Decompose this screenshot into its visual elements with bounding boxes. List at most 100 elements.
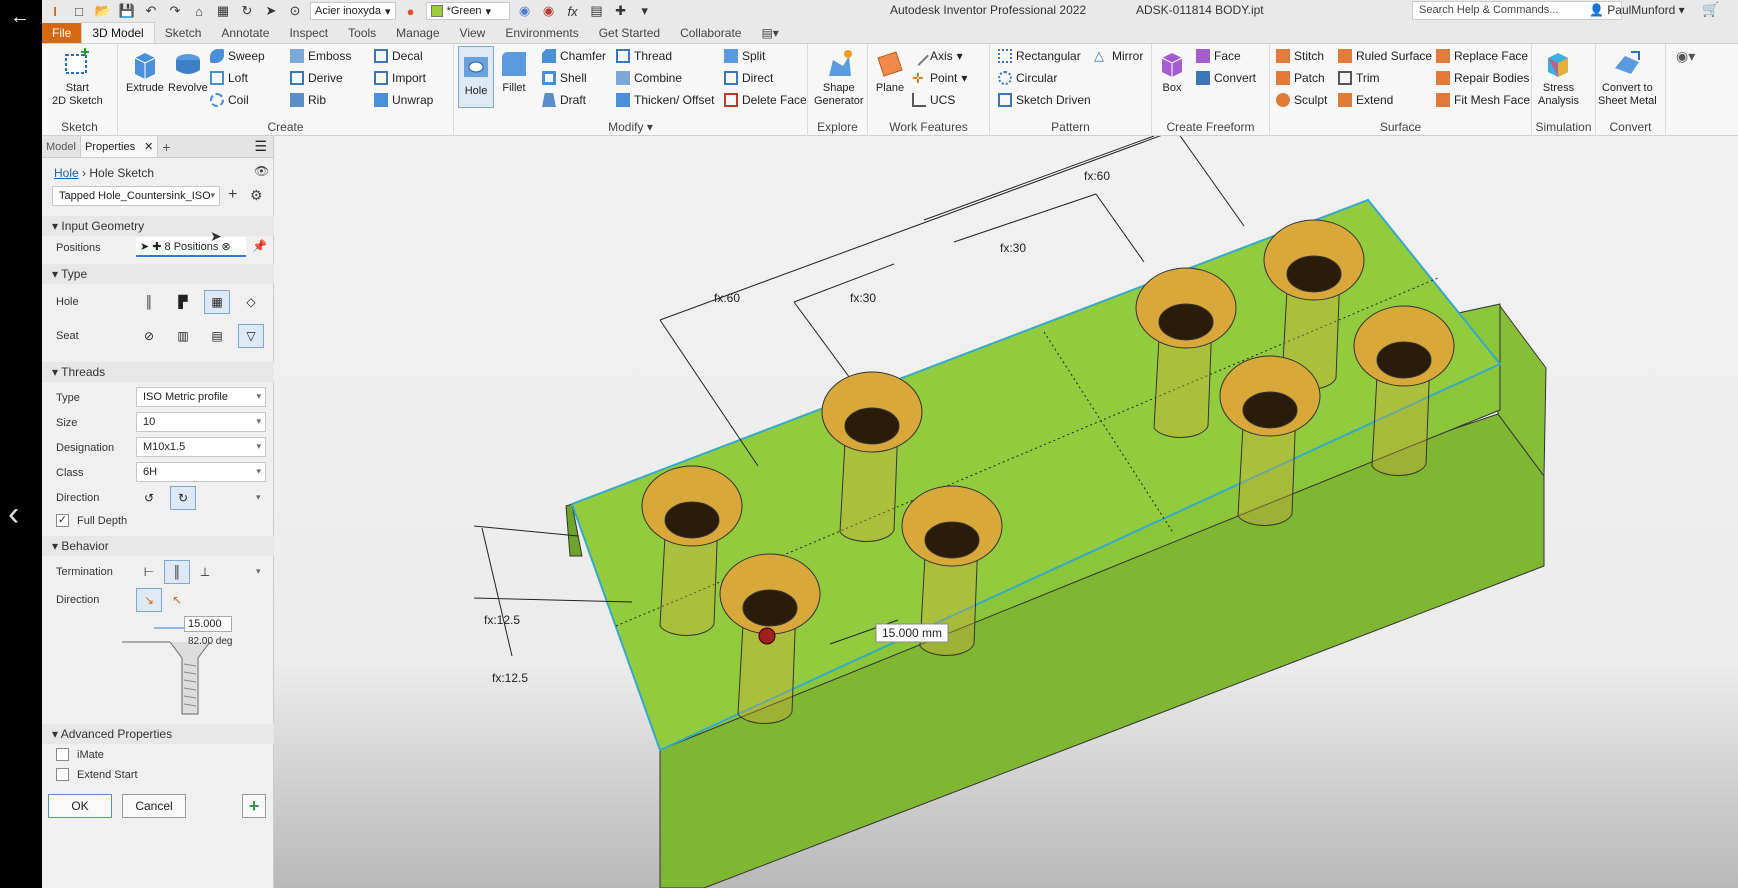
breadcrumb-hole-link[interactable]: Hole	[54, 166, 79, 180]
termination-caret-icon[interactable]: ▾	[256, 566, 261, 577]
decal-button[interactable]: Decal	[374, 49, 423, 63]
point-button[interactable]: ✛ Point ▾	[912, 71, 967, 85]
user-account[interactable]: 👤 PaulMunford ▾	[1589, 3, 1685, 17]
back-arrow-icon[interactable]: ←	[10, 6, 30, 29]
default-direction-icon[interactable]: ↘	[136, 588, 162, 612]
emboss-button[interactable]: Emboss	[290, 49, 351, 63]
no-seat-icon[interactable]: ⊘	[136, 324, 162, 348]
tab-view[interactable]: View	[450, 23, 496, 43]
tab-manage[interactable]: Manage	[386, 23, 449, 43]
close-tab-icon[interactable]: ✕	[144, 141, 153, 153]
tab-sketch[interactable]: Sketch	[155, 23, 212, 43]
undo-icon[interactable]: ↶	[142, 2, 160, 20]
mirror-button[interactable]: △ Mirror	[1094, 49, 1143, 64]
left-hand-icon[interactable]: ↺	[136, 486, 162, 510]
size-select[interactable]: 10 ▾	[136, 412, 266, 432]
inventor-logo-icon[interactable]: I	[46, 2, 64, 20]
counterbore-icon[interactable]: ▥	[170, 324, 196, 348]
loft-button[interactable]: Loft	[210, 71, 248, 85]
extend-start-check[interactable]	[56, 768, 69, 781]
clear-appearance-icon[interactable]: ◉	[540, 2, 558, 20]
tab-properties[interactable]: Properties ✕	[79, 136, 159, 157]
tapped-hole-icon[interactable]: ▦	[204, 290, 230, 314]
open-folder-icon[interactable]: 📂	[94, 2, 112, 20]
dimension-fx12-5-bottom[interactable]: fx:12.5	[492, 671, 528, 685]
tab-inspect[interactable]: Inspect	[279, 23, 338, 43]
save-icon[interactable]: 💾	[118, 2, 136, 20]
preset-select[interactable]: Tapped Hole_Countersink_ISO ▾	[52, 186, 220, 206]
axis-button[interactable]: Axis ▾	[909, 46, 963, 66]
designation-select[interactable]: M10x1.5 ▾	[136, 437, 266, 457]
tab-annotate[interactable]: Annotate	[211, 23, 279, 43]
class-select[interactable]: 6H ▾	[136, 462, 266, 482]
add-preset-icon[interactable]: +	[228, 186, 237, 204]
countersink-icon[interactable]: ▽	[238, 324, 264, 348]
circular-pattern-button[interactable]: Circular	[998, 71, 1057, 85]
ok-button[interactable]: OK	[48, 794, 112, 818]
simple-hole-icon[interactable]: ║	[136, 290, 162, 314]
appearance-icon[interactable]: ●	[402, 2, 420, 20]
extend-start-checkbox[interactable]: Extend Start	[56, 768, 138, 781]
freeform-box-button[interactable]: Box	[1156, 48, 1188, 95]
delete-face-button[interactable]: Delete Face	[724, 93, 807, 107]
iproperties-icon[interactable]: ▦	[214, 2, 232, 20]
cancel-button[interactable]: Cancel	[122, 794, 186, 818]
ribbon-options-icon[interactable]: ▤	[588, 2, 606, 20]
fx-parameters-icon[interactable]: fx	[564, 2, 582, 20]
sweep-button[interactable]: Sweep	[210, 49, 265, 63]
distance-termination-icon[interactable]: ⊢	[136, 560, 162, 584]
thicken-offset-button[interactable]: Thicken/ Offset	[616, 93, 714, 107]
add-icon[interactable]: ✚	[612, 2, 630, 20]
section-advanced-properties[interactable]: ▾ Advanced Properties	[42, 724, 274, 744]
unwrap-button[interactable]: Unwrap	[374, 93, 433, 107]
countersink-angle-value[interactable]: 82.00 deg	[188, 636, 233, 647]
fillet-button[interactable]: Fillet	[498, 48, 530, 95]
through-all-icon[interactable]: ║	[164, 560, 190, 584]
thread-type-select[interactable]: ISO Metric profile ▾	[136, 387, 266, 407]
freeform-face-button[interactable]: Face	[1196, 49, 1241, 63]
coil-button[interactable]: Coil	[210, 93, 249, 107]
freeform-convert-button[interactable]: Convert	[1196, 71, 1256, 85]
dimension-fx60-upper[interactable]: fx:60	[1084, 169, 1110, 183]
direction-caret-icon[interactable]: ▾	[256, 492, 261, 503]
hole-button[interactable]: Hole	[458, 46, 494, 108]
stitch-button[interactable]: Stitch	[1276, 49, 1324, 63]
update-icon[interactable]: ↻	[238, 2, 256, 20]
customize-qat-icon[interactable]: ▾	[636, 2, 654, 20]
tab-3d-model[interactable]: 3D Model	[81, 22, 155, 43]
stress-analysis-button[interactable]: Stress Analysis	[1538, 48, 1579, 108]
select-icon[interactable]: ➤	[262, 2, 280, 20]
rib-button[interactable]: Rib	[290, 93, 326, 107]
split-button[interactable]: Split	[724, 49, 765, 63]
model-canvas[interactable]: fx:60 fx:60 fx:30 fx:30 fx:12.5 fx:12.5 …	[274, 136, 1738, 888]
tab-model[interactable]: Model	[42, 137, 80, 157]
diameter-input-text[interactable]: 15.000 mm	[882, 626, 942, 640]
replace-face-button[interactable]: Replace Face	[1436, 49, 1528, 63]
imate-check[interactable]	[56, 748, 69, 761]
ucs-button[interactable]: UCS	[912, 93, 955, 107]
trim-button[interactable]: Trim	[1338, 71, 1380, 85]
dimension-fx30-left[interactable]: fx:30	[850, 291, 876, 305]
extrude-button[interactable]: Extrude	[126, 48, 164, 95]
full-depth-checkbox[interactable]: ✓ Full Depth	[56, 514, 127, 527]
to-termination-icon[interactable]: ⊥	[192, 560, 218, 584]
appearance-select[interactable]: *Green ▾	[425, 2, 510, 20]
taper-tapped-hole-icon[interactable]: ◇	[238, 290, 264, 314]
positions-pin-icon[interactable]: 📌	[252, 239, 267, 253]
derive-button[interactable]: Derive	[290, 71, 343, 85]
apply-plus-button[interactable]: +	[242, 794, 266, 818]
combine-button[interactable]: Combine	[616, 71, 682, 85]
graphics-viewport[interactable]: fx:60 fx:60 fx:30 fx:30 fx:12.5 fx:12.5 …	[274, 136, 1738, 888]
new-file-icon[interactable]: □	[70, 2, 88, 20]
ruled-surface-button[interactable]: Ruled Surface	[1338, 49, 1432, 63]
panel-menu-icon[interactable]: ☰	[254, 138, 267, 155]
chamfer-button[interactable]: Chamfer	[542, 49, 606, 63]
countersink-diameter-input[interactable]: 15.000	[184, 616, 232, 632]
dimension-fx12-5-top[interactable]: fx:12.5	[484, 613, 520, 627]
dimension-fx60-lower[interactable]: fx:60	[714, 291, 740, 305]
tab-collaborate[interactable]: Collaborate	[670, 23, 751, 43]
draft-button[interactable]: Draft	[542, 93, 586, 107]
hole-grip-point[interactable]	[758, 627, 776, 645]
material-select[interactable]: Acier inoxyda ▾	[310, 2, 396, 20]
right-hand-icon[interactable]: ↻	[170, 486, 196, 510]
